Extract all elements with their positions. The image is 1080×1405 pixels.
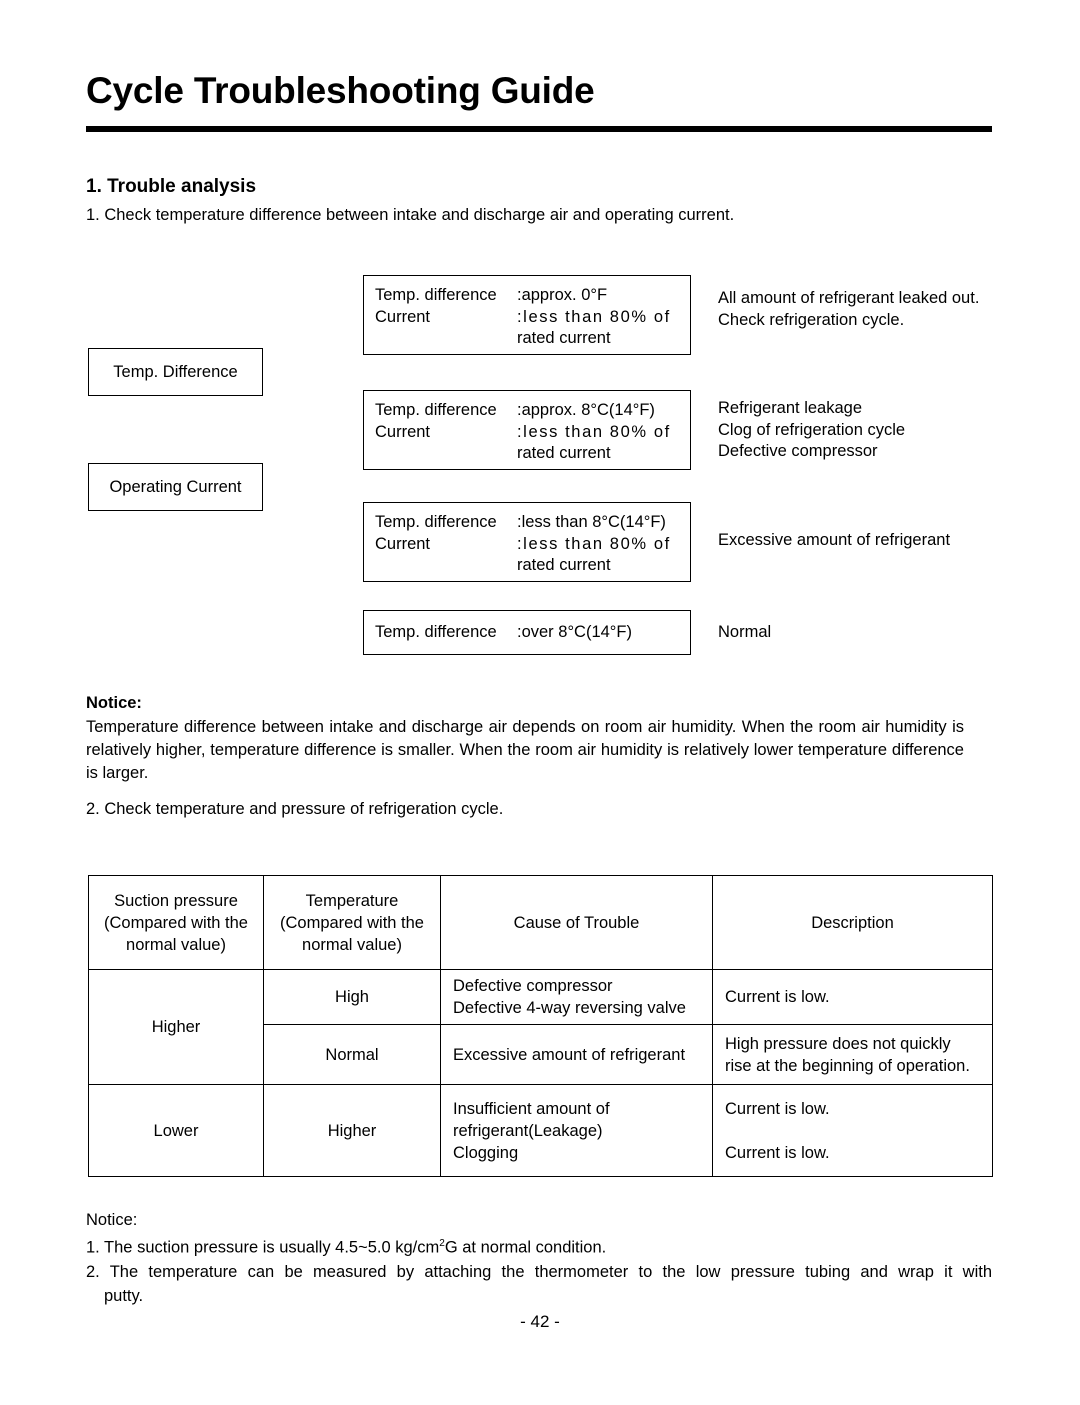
condition-box-4: Temp. difference :over 8°C(14°F)	[363, 610, 691, 655]
condition-key: Current	[375, 422, 431, 441]
cell-cause-of-trouble: Insufficient amount of refrigerant(Leaka…	[440, 1084, 713, 1177]
condition-value-continued: rated current	[517, 556, 611, 574]
diagram-input-temp-difference: Temp. Difference	[88, 348, 263, 396]
cell-cause-of-trouble: Excessive amount of refrigerant	[440, 1024, 713, 1085]
description-line: Current is low.	[725, 1143, 830, 1162]
condition-box-3: Temp. difference :less than 8°C(14°F) Cu…	[363, 502, 691, 582]
header-line: normal value)	[302, 935, 402, 954]
condition-value: :less than 8°C(14°F)	[517, 513, 666, 531]
condition-key: Current	[375, 534, 431, 553]
condition-key: Temp. difference	[375, 286, 497, 304]
notice-1-body: Temperature difference between intake an…	[86, 718, 964, 782]
notice-2-item-1-text: 1. The suction pressure is usually 4.5~5…	[86, 1238, 440, 1257]
cell-description: Current is low.	[712, 969, 993, 1025]
condition-box-2: Temp. difference :approx. 8°C(14°F) Curr…	[363, 390, 691, 470]
result-line: All amount of refrigerant leaked out.	[718, 289, 980, 307]
condition-key: Temp. difference	[375, 623, 497, 641]
cause-line: Clogging	[453, 1143, 519, 1162]
cause-line: Insufficient amount of	[453, 1099, 610, 1118]
condition-box-1: Temp. difference :approx. 0°F Current :l…	[363, 275, 691, 355]
condition-value: :over 8°C(14°F)	[517, 623, 632, 641]
table-header-description: Description	[712, 875, 993, 970]
notice-2-item-2-continued: putty.	[104, 1286, 144, 1305]
condition-value: :approx. 8°C(14°F)	[517, 401, 655, 419]
table-header-cause-of-trouble: Cause of Trouble	[440, 875, 713, 970]
result-text-2: Refrigerant leakage Clog of refrigeratio…	[718, 398, 905, 463]
document-page: Cycle Troubleshooting Guide 1. Trouble a…	[0, 0, 1080, 1405]
cell-cause-of-trouble: Defective compressor Defective 4-way rev…	[440, 969, 713, 1025]
condition-key: Temp. difference	[375, 513, 497, 531]
cell-description: High pressure does not quickly rise at t…	[712, 1024, 993, 1085]
result-line: Refrigerant leakage	[718, 399, 863, 417]
description-line: rise at the beginning of operation.	[725, 1056, 970, 1075]
diagram-input-label: Temp. Difference	[113, 362, 238, 381]
condition-value-continued: rated current	[517, 329, 611, 347]
header-line: (Compared with the	[104, 913, 248, 932]
table-header-suction-pressure: Suction pressure (Compared with the norm…	[88, 875, 264, 970]
result-line: Defective compressor	[718, 442, 878, 460]
cell-suction-pressure: Lower	[88, 1084, 264, 1177]
table-header-temperature: Temperature (Compared with the normal va…	[263, 875, 441, 970]
cell-temperature: Normal	[263, 1024, 441, 1085]
cell-suction-pressure: Higher	[88, 969, 264, 1085]
condition-value: :less than 80% of	[517, 307, 671, 326]
notice-2-item-1: 1. The suction pressure is usually 4.5~5…	[86, 1232, 992, 1260]
condition-row: Temp. difference :over 8°C(14°F)	[364, 611, 690, 644]
cell-temperature: Higher	[263, 1084, 441, 1177]
notice-2-heading: Notice:	[86, 1211, 138, 1229]
header-line: Suction pressure	[114, 891, 238, 910]
cause-line: Defective compressor	[453, 977, 613, 995]
condition-key: Temp. difference	[375, 401, 497, 419]
condition-row: Current :less than 80% of	[364, 422, 690, 444]
diagram-input-label: Operating Current	[109, 477, 242, 496]
description-line: High pressure does not quickly	[725, 1034, 951, 1053]
section-step-2: 2. Check temperature and pressure of ref…	[86, 800, 504, 818]
header-line: Temperature	[305, 891, 399, 910]
condition-value-continued: rated current	[517, 444, 611, 462]
description-line: Current is low.	[725, 988, 830, 1006]
condition-row: Temp. difference :less than 8°C(14°F)	[364, 503, 690, 534]
cell-description: Current is low. Current is low.	[712, 1084, 993, 1177]
result-text-1: All amount of refrigerant leaked out. Ch…	[718, 288, 979, 331]
header-line: normal value)	[126, 935, 226, 954]
result-line: Check refrigeration cycle.	[718, 310, 905, 329]
notice-1-heading: Notice:	[86, 694, 142, 712]
condition-row: Current :less than 80% of	[364, 534, 690, 556]
cause-line: Defective 4-way reversing valve	[453, 999, 686, 1017]
condition-value: :less than 80% of	[517, 422, 671, 441]
result-text-3: Excessive amount of refrigerant	[718, 530, 950, 552]
diagram-input-operating-current: Operating Current	[88, 463, 263, 511]
notice-2-item-1-tail: G at normal condition.	[444, 1238, 607, 1257]
condition-row: Temp. difference :approx. 8°C(14°F)	[364, 391, 690, 422]
trouble-analysis-diagram: Temp. Difference Operating Current Temp.…	[0, 0, 1080, 1405]
notice-2-item-2: 2. The temperature can be measured by at…	[86, 1262, 992, 1281]
description-line: Current is low.	[725, 1099, 830, 1118]
refrigeration-cycle-table: Suction pressure (Compared with the norm…	[88, 875, 993, 1177]
condition-key: Current	[375, 307, 431, 326]
condition-value: :less than 80% of	[517, 534, 671, 553]
result-line: Normal	[718, 623, 772, 641]
result-line: Excessive amount of refrigerant	[718, 531, 951, 549]
condition-row: Temp. difference :approx. 0°F	[364, 276, 690, 307]
notice-2: Notice: 1. The suction pressure is usual…	[86, 1208, 992, 1308]
result-line: Clog of refrigeration cycle	[718, 420, 906, 439]
condition-row: Current :less than 80% of	[364, 307, 690, 329]
table-row: Higher High Defective compressor Defecti…	[88, 969, 993, 1085]
table-row: Lower Higher Insufficient amount of refr…	[88, 1084, 993, 1177]
page-number: - 42 -	[520, 1312, 560, 1331]
cell-temperature: High	[263, 969, 441, 1025]
table-header-row: Suction pressure (Compared with the norm…	[88, 875, 993, 970]
cause-line: Excessive amount of refrigerant	[453, 1045, 686, 1064]
header-line: (Compared with the	[280, 913, 424, 932]
cause-line: refrigerant(Leakage)	[453, 1121, 603, 1140]
result-text-4: Normal	[718, 622, 771, 644]
condition-value: :approx. 0°F	[517, 286, 608, 304]
